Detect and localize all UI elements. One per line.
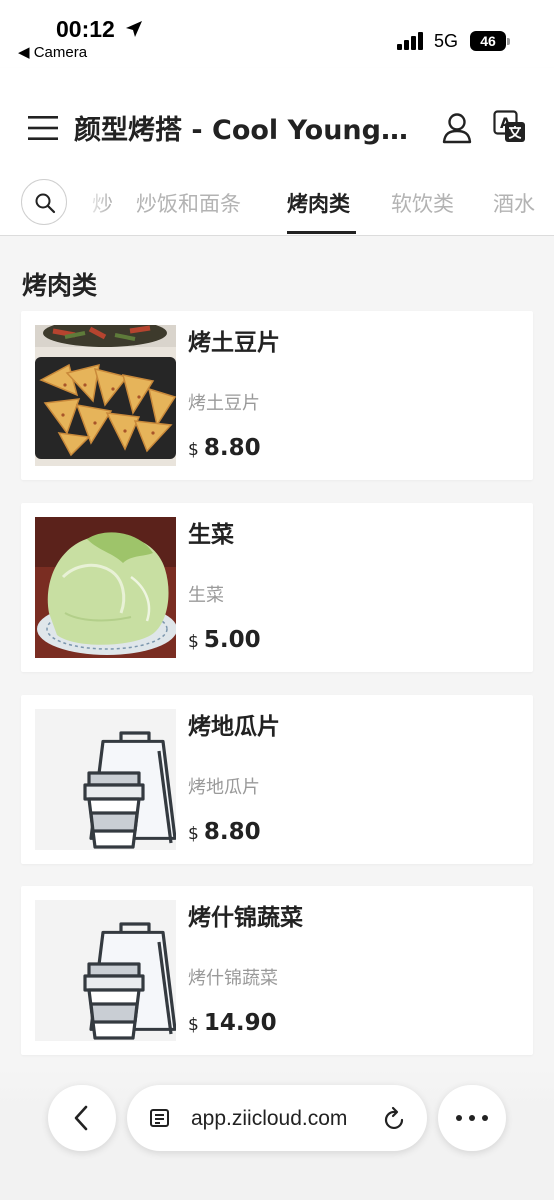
category-bar: 炒 炒饭和面条 烤肉类 软饮类 酒水 (0, 168, 554, 236)
tab-grilled-meat[interactable]: 烤肉类 (287, 188, 350, 218)
product-image-placeholder (35, 900, 176, 1041)
status-time: 00:12 (56, 16, 115, 42)
signal-icon (397, 32, 427, 54)
tab-scroll-fade (70, 168, 110, 234)
app-header: 颜型烤搭 - Cool Young ... A (0, 68, 554, 168)
price-currency: $ (188, 824, 199, 844)
product-image-placeholder (35, 709, 176, 850)
product-card[interactable]: 烤什锦蔬菜 烤什锦蔬菜 $ 14.90 (21, 886, 533, 1055)
translate-icon[interactable]: A (493, 110, 527, 148)
active-tab-underline (287, 231, 356, 234)
product-name: 烤地瓜片 (188, 714, 280, 740)
price-value: 8.80 (203, 819, 261, 845)
address-bar[interactable]: app.ziicloud.com (127, 1085, 427, 1151)
price-currency: $ (188, 440, 199, 460)
more-icon (456, 1115, 488, 1121)
product-price: $ 8.80 (188, 819, 261, 845)
product-description: 烤土豆片 (188, 393, 260, 414)
url-text: app.ziicloud.com (191, 1107, 348, 1130)
more-options-button[interactable] (438, 1085, 506, 1151)
location-arrow-icon (124, 19, 144, 43)
app-title: 颜型烤搭 - Cool Young ... (74, 115, 414, 146)
product-name: 烤土豆片 (188, 330, 280, 356)
status-bar: 00:12 ◀ Camera 5G 46 (0, 0, 554, 68)
battery-cap (507, 38, 510, 45)
price-value: 8.80 (203, 435, 261, 461)
section-title: 烤肉类 (22, 271, 98, 300)
tab-fried-rice-noodles[interactable]: 炒饭和面条 (136, 188, 241, 218)
product-price: $ 14.90 (188, 1010, 277, 1036)
takeaway-bag-icon (83, 731, 176, 849)
browser-back-button[interactable] (48, 1085, 116, 1151)
product-description: 烤地瓜片 (188, 777, 260, 798)
reload-icon[interactable] (383, 1106, 407, 1132)
product-image (35, 517, 176, 658)
product-card[interactable]: 生菜 生菜 $ 5.00 (21, 503, 533, 672)
product-description: 烤什锦蔬菜 (188, 968, 278, 989)
reader-icon[interactable] (149, 1107, 173, 1131)
search-button[interactable] (21, 179, 67, 225)
price-value: 5.00 (203, 627, 261, 653)
product-name: 烤什锦蔬菜 (188, 905, 303, 931)
chevron-left-icon (74, 1105, 88, 1131)
tab-soft-drinks[interactable]: 软饮类 (391, 188, 454, 218)
product-image (35, 325, 176, 466)
tab-alcohol[interactable]: 酒水 (493, 188, 535, 218)
product-card[interactable]: 烤土豆片 烤土豆片 $ 8.80 (21, 311, 533, 480)
search-icon (35, 193, 56, 214)
product-card[interactable]: 烤地瓜片 烤地瓜片 $ 8.80 (21, 695, 533, 864)
product-name: 生菜 (188, 522, 234, 548)
product-description: 生菜 (188, 585, 224, 606)
price-currency: $ (188, 632, 199, 652)
menu-icon[interactable] (28, 116, 58, 144)
product-price: $ 8.80 (188, 435, 261, 461)
takeaway-bag-icon (83, 922, 176, 1040)
product-price: $ 5.00 (188, 627, 261, 653)
user-icon[interactable] (442, 112, 472, 148)
price-currency: $ (188, 1015, 199, 1035)
battery-indicator: 46 (470, 31, 506, 51)
price-value: 14.90 (203, 1010, 277, 1036)
browser-toolbar: app.ziicloud.com (0, 1068, 554, 1200)
network-type: 5G (434, 31, 459, 51)
back-to-camera-link[interactable]: ◀ Camera (18, 43, 87, 61)
